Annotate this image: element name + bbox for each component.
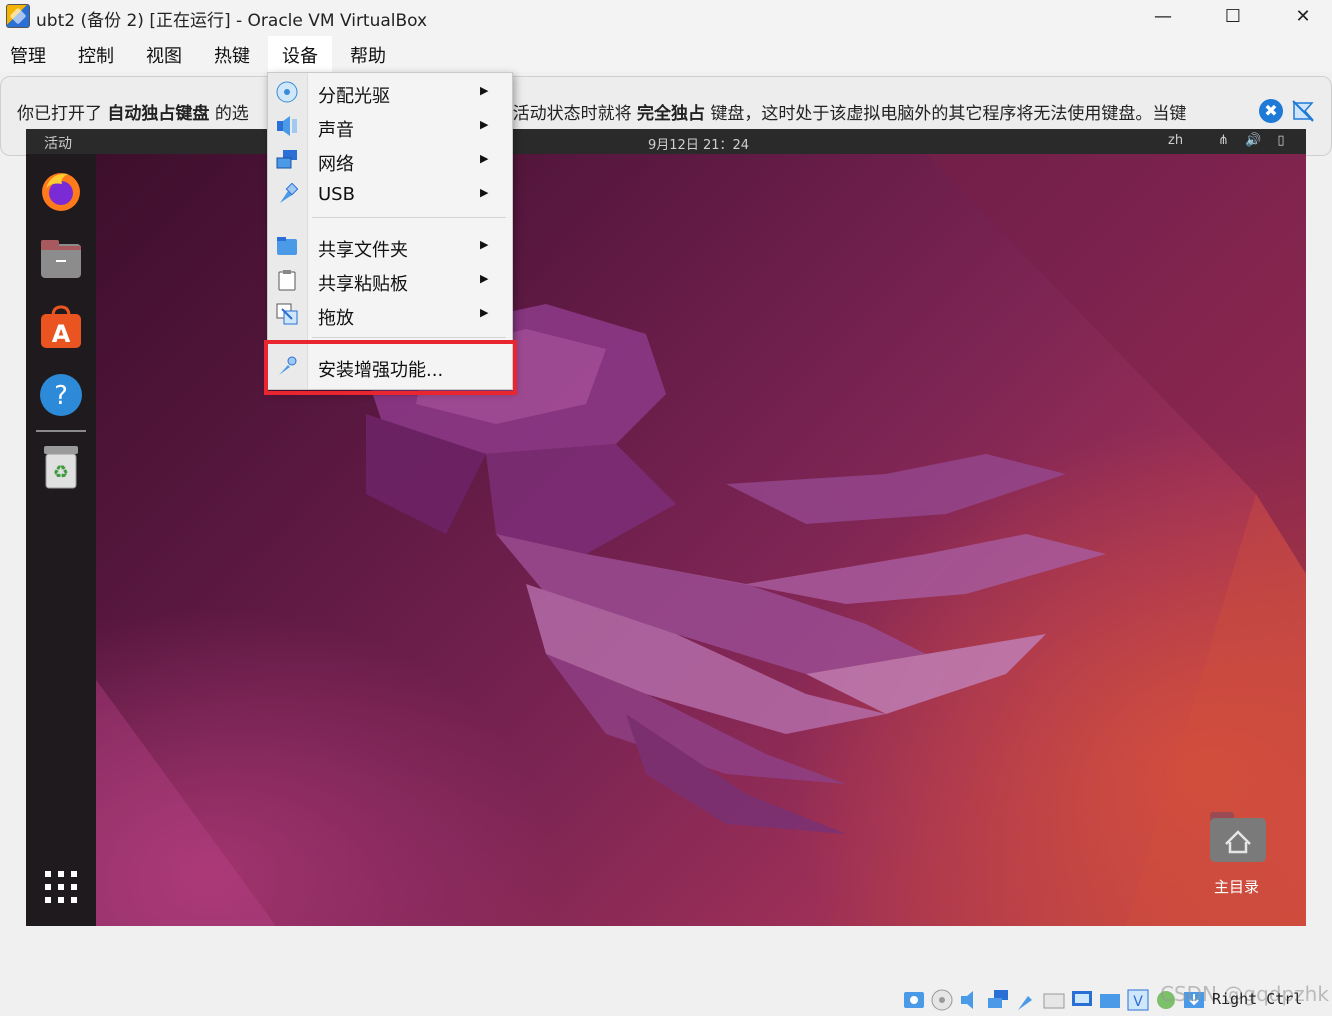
jellyfish-wallpaper	[26, 154, 1306, 926]
menu-control[interactable]: 控制	[78, 42, 114, 68]
recording-status-icon[interactable]	[1098, 988, 1122, 1012]
menu-item-audio[interactable]: 声音 ▶	[268, 109, 512, 143]
menu-item-optical-drive[interactable]: 分配光驱 ▶	[268, 75, 512, 109]
submenu-arrow-icon: ▶	[480, 84, 489, 97]
svg-text:?: ?	[54, 381, 68, 411]
submenu-arrow-icon: ▶	[480, 238, 489, 251]
menu-item-usb[interactable]: USB ▶	[268, 177, 512, 211]
banner-text-part: 你已打开了	[17, 104, 102, 124]
menu-help[interactable]: 帮助	[350, 42, 386, 68]
submenu-arrow-icon: ▶	[480, 118, 489, 131]
guest-top-bar: 活动 9月12日 21：24 zh ⋔ 🔊 ▯	[26, 129, 1306, 154]
menu-item-shared-folders[interactable]: 共享文件夹 ▶	[268, 229, 512, 263]
submenu-arrow-icon: ▶	[480, 152, 489, 165]
window-title-bar: ubt2 (备份 2) [正在运行] - Oracle VM VirtualBo…	[0, 0, 1332, 36]
vt-x-status-icon[interactable]: V	[1126, 988, 1150, 1012]
audio-status-icon[interactable]	[958, 988, 982, 1012]
menu-item-network[interactable]: 网络 ▶	[268, 143, 512, 177]
menu-item-label: 分配光驱	[318, 86, 390, 107]
trash-icon[interactable]: ♻	[38, 444, 84, 490]
activities-button[interactable]: 活动	[44, 133, 72, 153]
menu-hotkey[interactable]: 热键	[214, 42, 250, 68]
svg-text:A: A	[52, 320, 71, 348]
banner-text-part: 键盘，这时处于该虚拟电脑外的其它程序将无法使用键盘。当键	[710, 104, 1187, 124]
optical-drive-icon	[276, 81, 298, 103]
menu-view[interactable]: 视图	[146, 42, 182, 68]
menu-separator	[312, 217, 506, 218]
shared-folder-icon	[277, 237, 297, 255]
banner-bold-part: 自动独占键盘	[107, 104, 210, 124]
files-icon[interactable]	[38, 236, 84, 282]
app-center-icon[interactable]: A	[38, 304, 84, 350]
home-folder-label: 主目录	[1214, 878, 1260, 896]
ubuntu-dock: A ? ♻	[26, 154, 96, 926]
menu-item-label: 共享文件夹	[318, 240, 408, 261]
menu-separator	[312, 337, 506, 338]
host-key-label: Right Ctrl	[1212, 990, 1303, 1008]
submenu-arrow-icon: ▶	[480, 186, 489, 199]
audio-icon	[277, 116, 297, 136]
banner-message: 你已打开了 自动独占键盘 的选 于活动状态时就将 完全独占 键盘，这时处于该虚拟…	[17, 99, 1247, 124]
banner-close-icon[interactable]: ✖	[1259, 99, 1283, 123]
home-folder-icon[interactable]	[1208, 808, 1268, 864]
menu-item-label: USB	[318, 184, 355, 205]
help-icon[interactable]: ?	[38, 372, 84, 418]
status-bar: V CSDN @gqdpzhk Right Ctrl	[0, 980, 1332, 1016]
network-icon	[276, 150, 297, 169]
input-language[interactable]: zh	[1168, 133, 1183, 148]
system-tray-icons[interactable]: ⋔ 🔊 ▯	[1218, 133, 1291, 148]
drag-drop-icon	[276, 303, 298, 325]
hard-disk-status-icon[interactable]	[902, 988, 926, 1012]
install-guest-additions-highlight	[264, 340, 517, 395]
firefox-icon[interactable]	[38, 168, 84, 214]
shared-folder-status-icon[interactable]	[1042, 988, 1066, 1012]
optical-drive-status-icon[interactable]	[930, 988, 954, 1012]
menu-devices[interactable]: 设备	[268, 36, 332, 72]
menu-bar: 管理 控制 视图 热键 设备 帮助	[0, 36, 1332, 72]
guest-clock[interactable]: 9月12日 21：24	[648, 134, 749, 153]
clipboard-icon	[278, 270, 296, 291]
window-title: ubt2 (备份 2) [正在运行] - Oracle VM VirtualBo…	[36, 11, 428, 31]
menu-item-label: 共享粘贴板	[318, 274, 408, 295]
banner-bold-part: 完全独占	[637, 104, 706, 124]
virtualbox-icon	[6, 4, 30, 28]
close-window-button[interactable]: ✕	[1280, 0, 1326, 32]
svg-text:V: V	[1133, 994, 1143, 1010]
guest-desktop[interactable]: A ? ♻ 主目录	[26, 154, 1306, 926]
display-status-icon[interactable]	[1070, 988, 1094, 1012]
menu-item-label: 拖放	[318, 308, 354, 329]
usb-status-icon[interactable]	[1014, 988, 1038, 1012]
svg-text:♻: ♻	[53, 462, 69, 483]
minimize-button[interactable]: —	[1140, 0, 1186, 32]
submenu-arrow-icon: ▶	[480, 272, 489, 285]
menu-item-drag-and-drop[interactable]: 拖放 ▶	[268, 297, 512, 331]
banner-text-part: 于活动状态时就将	[495, 104, 632, 124]
dock-separator	[36, 430, 86, 432]
network-status-icon[interactable]	[986, 988, 1010, 1012]
maximize-button[interactable]: ☐	[1210, 0, 1256, 32]
usb-icon	[280, 183, 298, 203]
banner-hide-icon[interactable]	[1291, 99, 1315, 123]
menu-item-label: 网络	[318, 154, 354, 175]
submenu-arrow-icon: ▶	[480, 306, 489, 319]
app-grid-icon[interactable]	[38, 864, 84, 910]
menu-item-label: 声音	[318, 120, 354, 141]
menu-manage[interactable]: 管理	[10, 42, 46, 68]
banner-text-part: 的选	[214, 104, 249, 124]
menu-item-shared-clipboard[interactable]: 共享粘贴板 ▶	[268, 263, 512, 297]
